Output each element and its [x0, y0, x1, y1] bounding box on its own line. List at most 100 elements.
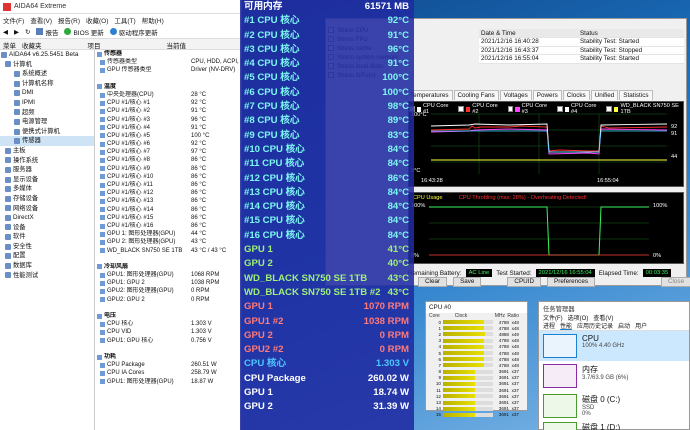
tab-menu[interactable]: 菜单 — [0, 39, 19, 50]
list-row[interactable]: GPU1: 图形处理器(GPU) 1068 RPM — [96, 271, 242, 279]
list-row[interactable]: WD_BLACK SN750 SE 1TB 43 °C / 43 °C — [96, 247, 242, 255]
menu-file[interactable]: 文件(F) — [3, 15, 24, 25]
list-row[interactable]: CPU #1/核心 #9 86 °C — [96, 165, 242, 173]
tab-powers[interactable]: Powers — [532, 90, 562, 100]
refresh-icon[interactable]: ↻ — [25, 28, 30, 36]
list-row[interactable]: CPU Package 260.51 W — [96, 361, 242, 369]
table-row[interactable]: 2021/12/16 16:43:37 Stability Test: Stopp… — [479, 46, 684, 55]
perf-item-cpu[interactable]: CPU 100% 4.40 GHz — [539, 331, 689, 361]
list-row[interactable]: CPU #1/核心 #14 86 °C — [96, 206, 242, 214]
tm-tab[interactable]: 应用历史记录 — [577, 321, 613, 330]
tree-item[interactable]: IPMI — [0, 98, 94, 108]
preferences-button[interactable]: Preferences — [547, 277, 595, 287]
menu-favorites[interactable]: 收藏(O) — [86, 15, 108, 25]
list-row[interactable]: CPU #1/核心 #2 91 °C — [96, 107, 242, 115]
tree-item[interactable]: 系统概述 — [0, 69, 94, 79]
list-row[interactable]: CPU #1/核心 #5 100 °C — [96, 132, 242, 140]
tree-item[interactable]: 操作系统 — [0, 156, 94, 166]
list-row[interactable]: CPU IA Cores 258.79 W — [96, 369, 242, 377]
tm-tab[interactable]: 进程 — [543, 321, 555, 330]
tree-item[interactable]: 性能测试 — [0, 271, 94, 281]
list-row[interactable]: CPU #1/核心 #10 86 °C — [96, 173, 242, 181]
menu-report[interactable]: 报告(R) — [58, 15, 80, 25]
column-header-item[interactable]: 项目 — [85, 39, 104, 50]
tree-item[interactable]: DMI — [0, 88, 94, 98]
cpuid-button[interactable]: CPUID — [507, 277, 542, 287]
list-row[interactable]: GPU2: GPU 2 0 RPM — [96, 296, 242, 304]
list-row[interactable]: 中央处理器(CPU) 28 °C — [96, 91, 242, 99]
tree-item[interactable]: AIDA64 v6.25.5451 Beta — [0, 50, 94, 60]
tm-tab[interactable]: 启动 — [618, 321, 630, 330]
tree-item[interactable]: 设备 — [0, 223, 94, 233]
list-row[interactable]: GPU2: 图形处理器(GPU) 0 RPM — [96, 287, 242, 295]
tree-item[interactable]: 配置 — [0, 251, 94, 261]
menu-tools[interactable]: 工具(T) — [114, 15, 135, 25]
column-header-value[interactable]: 当前值 — [164, 39, 190, 50]
list-row[interactable]: GPU1: 图形处理器(GPU) 18.87 W — [96, 378, 242, 386]
tree-item[interactable]: 计算机 — [0, 60, 94, 70]
tab-favorites[interactable]: 收藏夹 — [19, 39, 45, 50]
list-row[interactable]: GPU1: GPU 核心 0.756 V — [96, 337, 242, 345]
tree-item[interactable]: 存储设备 — [0, 194, 94, 204]
tm-tab[interactable]: 用户 — [635, 321, 647, 330]
menu-view[interactable]: 查看(V) — [30, 15, 52, 25]
list-row[interactable]: CPU VID 1.303 V — [96, 328, 242, 336]
list-row[interactable]: GPU1: GPU 2 1038 RPM — [96, 279, 242, 287]
list-row[interactable]: CPU #1/核心 #11 86 °C — [96, 181, 242, 189]
table-row[interactable]: 2021/12/16 16:40:28 Stability Test: Start… — [479, 37, 684, 47]
perf-item-disk-1[interactable]: 磁盘 1 (D:) — [539, 421, 689, 430]
driver-update-button[interactable]: 驱动程序更新 — [109, 27, 158, 37]
list-row[interactable]: CPU #1/核心 #8 86 °C — [96, 156, 242, 164]
list-row[interactable] — [96, 304, 242, 312]
tree-item[interactable]: 便携式计算机 — [0, 127, 94, 137]
tree-item[interactable]: DirectX — [0, 213, 94, 223]
list-row[interactable]: GPU 传感器类型 Driver (NV-DRV) — [96, 66, 242, 74]
tree-item[interactable]: 电源管理 — [0, 117, 94, 127]
tree-item[interactable]: 安全性 — [0, 242, 94, 252]
tm-tab[interactable]: 性能 — [560, 321, 573, 330]
tree-item[interactable]: 网络设备 — [0, 204, 94, 214]
tree-item[interactable]: 主板 — [0, 146, 94, 156]
list-row[interactable]: CPU 核心 1.303 V — [96, 320, 242, 328]
tree-item[interactable]: 多媒体 — [0, 184, 94, 194]
list-row[interactable] — [96, 75, 242, 83]
list-row[interactable]: CPU #1/核心 #6 92 °C — [96, 140, 242, 148]
perf-item-memory[interactable]: 内存 3.7/63.9 GB (6%) — [539, 361, 689, 391]
list-row[interactable]: CPU #1/核心 #13 86 °C — [96, 197, 242, 205]
tree-item[interactable]: 显示设备 — [0, 175, 94, 185]
tree-item[interactable]: 计算机名称 — [0, 79, 94, 89]
list-row[interactable]: CPU #1/核心 #16 86 °C — [96, 222, 242, 230]
tree-item[interactable]: 服务器 — [0, 165, 94, 175]
back-arrow-icon[interactable]: ◀ — [3, 28, 8, 36]
perf-item-disk-0[interactable]: 磁盘 0 (C:) SSD 0% — [539, 391, 689, 421]
list-row[interactable]: CPU #1/核心 #12 86 °C — [96, 189, 242, 197]
close-button[interactable]: Close — [660, 277, 690, 287]
forward-arrow-icon[interactable]: ▶ — [14, 28, 19, 36]
clear-button[interactable]: Clear — [418, 277, 448, 287]
list-row[interactable]: CPU #1/核心 #4 91 °C — [96, 124, 242, 132]
list-row[interactable] — [96, 255, 242, 263]
tm-menu-item[interactable]: 文件(F) — [543, 313, 563, 322]
tm-menu-item[interactable]: 选项(O) — [568, 313, 589, 322]
tab-statistics[interactable]: Statistics — [619, 90, 653, 100]
save-button[interactable]: Save — [453, 277, 482, 287]
tree-item[interactable]: 数据库 — [0, 261, 94, 271]
tab-voltages[interactable]: Voltages — [499, 90, 532, 100]
tree-item[interactable]: 超频 — [0, 108, 94, 118]
list-row[interactable]: CPU #1/核心 #3 96 °C — [96, 116, 242, 124]
tab-clocks[interactable]: Clocks — [562, 90, 590, 100]
list-row[interactable]: CPU #1/核心 #15 86 °C — [96, 214, 242, 222]
list-row[interactable]: CPU #1/核心 #1 92 °C — [96, 99, 242, 107]
list-row[interactable]: GPU 2: 图形处理器(GPU) 43 °C — [96, 238, 242, 246]
menu-help[interactable]: 帮助(H) — [142, 15, 164, 25]
table-row[interactable]: 2021/12/16 16:55:04 Stability Test: Start… — [479, 54, 684, 64]
tm-menu-item[interactable]: 查看(V) — [593, 313, 613, 322]
list-row[interactable]: CPU #1/核心 #7 97 °C — [96, 148, 242, 156]
list-row[interactable]: GPU 1: 图形处理器(GPU) 44 °C — [96, 230, 242, 238]
tree-item[interactable]: 传感器 — [0, 136, 94, 146]
list-row[interactable] — [96, 345, 242, 353]
tab-unified[interactable]: Unified — [590, 90, 619, 100]
tree-item[interactable]: 软件 — [0, 232, 94, 242]
list-row[interactable]: 传感器类型 CPU, HDD, ACPI, SN... — [96, 58, 242, 66]
report-button[interactable]: 报告 — [36, 27, 58, 37]
